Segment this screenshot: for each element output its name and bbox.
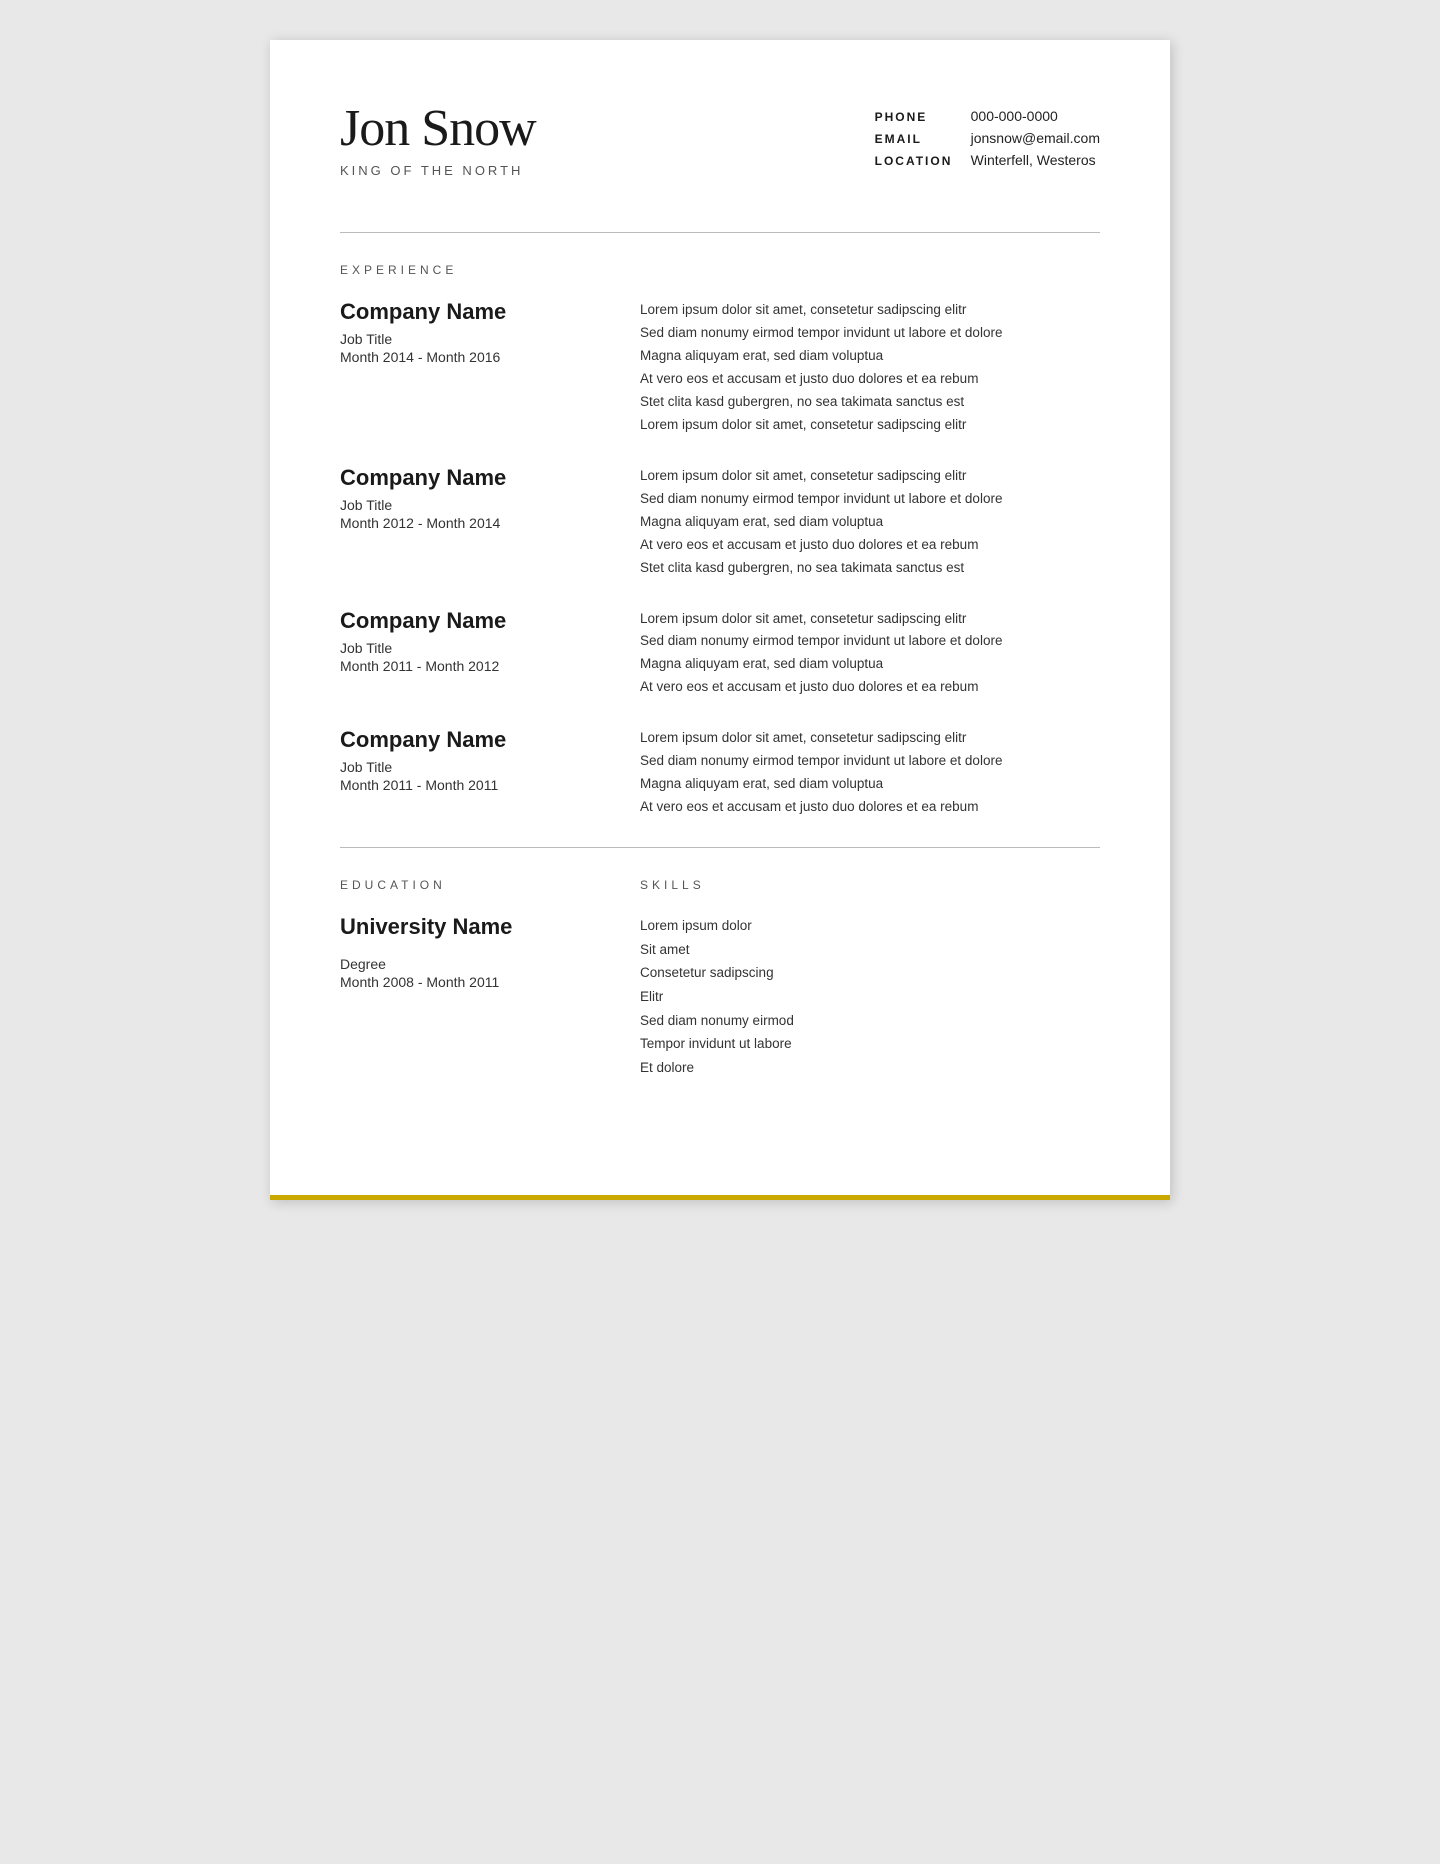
contact-row: LOCATION Winterfell, Westeros xyxy=(875,152,1100,168)
skills-column: SKILLS Lorem ipsum dolorSit ametConsetet… xyxy=(640,878,1100,1079)
job-title: Job Title xyxy=(340,640,610,656)
contact-label: PHONE xyxy=(875,110,955,124)
skill-item: Sed diam nonumy eirmod xyxy=(640,1009,1100,1033)
experience-right: Lorem ipsum dolor sit amet, consetetur s… xyxy=(640,727,1100,819)
education-degree: Degree xyxy=(340,956,610,972)
contact-label: LOCATION xyxy=(875,154,955,168)
contact-value: 000-000-0000 xyxy=(971,108,1058,124)
experience-entry: Company Name Job Title Month 2011 - Month … xyxy=(340,608,1100,700)
skill-item: Elitr xyxy=(640,985,1100,1009)
header-divider xyxy=(340,232,1100,233)
experience-description: Lorem ipsum dolor sit amet, consetetur s… xyxy=(640,465,1100,580)
skill-item: Consetetur sadipscing xyxy=(640,961,1100,985)
experience-left: Company Name Job Title Month 2011 - Month … xyxy=(340,608,640,700)
skills-label: SKILLS xyxy=(640,878,1100,892)
header: Jon Snow KING OF THE NORTH PHONE 000-000-… xyxy=(340,100,1100,208)
company-name: Company Name xyxy=(340,465,610,491)
education-column: EDUCATION University Name Degree Month 2… xyxy=(340,878,640,1079)
job-title: Job Title xyxy=(340,759,610,775)
experience-entry: Company Name Job Title Month 2011 - Month … xyxy=(340,727,1100,819)
job-dates: Month 2011 - Month 2011 xyxy=(340,777,610,793)
skills-list: Lorem ipsum dolorSit ametConsetetur sadi… xyxy=(640,914,1100,1079)
contact-row: PHONE 000-000-0000 xyxy=(875,108,1100,124)
experience-label: EXPERIENCE xyxy=(340,263,1100,277)
experience-section: EXPERIENCE Company Name Job Title Month 20… xyxy=(340,263,1100,819)
experience-description: Lorem ipsum dolor sit amet, consetetur s… xyxy=(640,608,1100,700)
resume-page: Jon Snow KING OF THE NORTH PHONE 000-000-… xyxy=(270,40,1170,1200)
experience-right: Lorem ipsum dolor sit amet, consetetur s… xyxy=(640,465,1100,580)
experience-left: Company Name Job Title Month 2012 - Month … xyxy=(340,465,640,580)
company-name: Company Name xyxy=(340,608,610,634)
experience-right: Lorem ipsum dolor sit amet, consetetur s… xyxy=(640,299,1100,437)
bottom-divider xyxy=(340,847,1100,848)
job-dates: Month 2014 - Month 2016 xyxy=(340,349,610,365)
education-label: EDUCATION xyxy=(340,878,610,892)
job-title: Job Title xyxy=(340,331,610,347)
experience-entries: Company Name Job Title Month 2014 - Month … xyxy=(340,299,1100,819)
contact-value: jonsnow@email.com xyxy=(971,130,1100,146)
contact-info: PHONE 000-000-0000 EMAIL jonsnow@email.com L… xyxy=(875,108,1100,168)
job-dates: Month 2012 - Month 2014 xyxy=(340,515,610,531)
company-name: Company Name xyxy=(340,727,610,753)
job-dates: Month 2011 - Month 2012 xyxy=(340,658,610,674)
experience-entry: Company Name Job Title Month 2014 - Month … xyxy=(340,299,1100,437)
experience-left: Company Name Job Title Month 2011 - Month … xyxy=(340,727,640,819)
contact-row: EMAIL jonsnow@email.com xyxy=(875,130,1100,146)
education-dates: Month 2008 - Month 2011 xyxy=(340,974,610,990)
candidate-name: Jon Snow xyxy=(340,100,536,157)
skill-item: Tempor invidunt ut labore xyxy=(640,1032,1100,1056)
experience-description: Lorem ipsum dolor sit amet, consetetur s… xyxy=(640,299,1100,437)
university-name: University Name xyxy=(340,914,610,940)
experience-entry: Company Name Job Title Month 2012 - Month … xyxy=(340,465,1100,580)
experience-right: Lorem ipsum dolor sit amet, consetetur s… xyxy=(640,608,1100,700)
candidate-title: KING OF THE NORTH xyxy=(340,163,536,178)
experience-left: Company Name Job Title Month 2014 - Month … xyxy=(340,299,640,437)
company-name: Company Name xyxy=(340,299,610,325)
skill-item: Lorem ipsum dolor xyxy=(640,914,1100,938)
experience-description: Lorem ipsum dolor sit amet, consetetur s… xyxy=(640,727,1100,819)
contact-label: EMAIL xyxy=(875,132,955,146)
job-title: Job Title xyxy=(340,497,610,513)
skill-item: Sit amet xyxy=(640,938,1100,962)
bottom-section: EDUCATION University Name Degree Month 2… xyxy=(340,878,1100,1079)
header-left: Jon Snow KING OF THE NORTH xyxy=(340,100,536,178)
contact-value: Winterfell, Westeros xyxy=(971,152,1096,168)
skill-item: Et dolore xyxy=(640,1056,1100,1080)
